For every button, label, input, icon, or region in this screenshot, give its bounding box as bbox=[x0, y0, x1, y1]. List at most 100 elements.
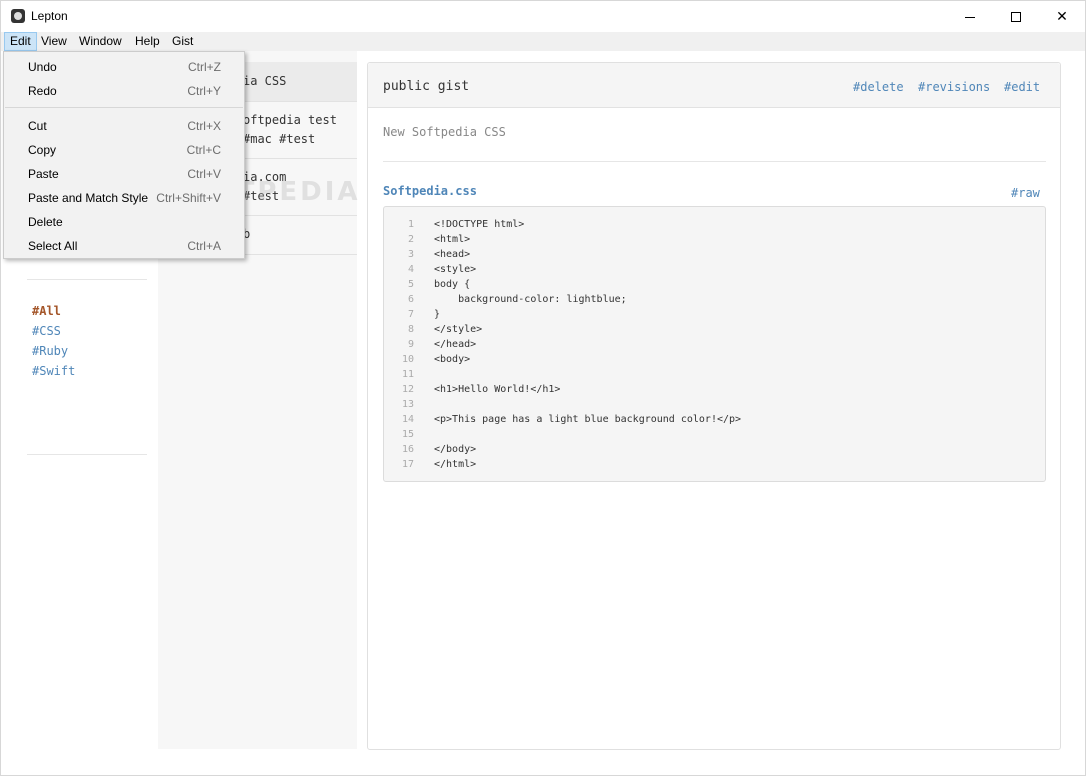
app-window: Lepton ✕ Edit View Window Help Gist #All… bbox=[0, 0, 1086, 776]
menu-item-shortcut: Ctrl+X bbox=[187, 119, 221, 133]
code-text: body { bbox=[434, 279, 471, 290]
code-line: 11 bbox=[384, 367, 1045, 382]
menu-item-label: Paste bbox=[28, 167, 59, 181]
code-text: <head> bbox=[434, 249, 471, 260]
code-line: 6 background-color: lightblue; bbox=[384, 292, 1045, 307]
menu-item-copy[interactable]: Copy Ctrl+C bbox=[4, 138, 244, 160]
gist-description: New Softpedia CSS bbox=[383, 125, 506, 139]
code-line: 13 bbox=[384, 397, 1045, 412]
code-line: 9 </head> bbox=[384, 337, 1045, 352]
menu-item-label: Paste and Match Style bbox=[28, 191, 149, 205]
menu-item-label: Copy bbox=[28, 143, 57, 157]
menu-help[interactable]: Help bbox=[130, 32, 165, 51]
line-number: 10 bbox=[401, 354, 414, 365]
menu-item-shortcut: Ctrl+C bbox=[186, 143, 221, 157]
code-line: 7} bbox=[384, 307, 1045, 322]
menu-item-shortcut: Ctrl+Y bbox=[187, 84, 221, 98]
menu-item-label: Select All bbox=[28, 239, 78, 253]
code-line: 3 <head> bbox=[384, 247, 1045, 262]
menu-item-select-all[interactable]: Select All Ctrl+A bbox=[4, 234, 244, 256]
tag-ruby[interactable]: #Ruby bbox=[32, 344, 68, 358]
code-line: 16 </body> bbox=[384, 442, 1045, 457]
code-line: 1 <!DOCTYPE html> bbox=[384, 217, 1045, 232]
menu-item-label: Redo bbox=[28, 84, 57, 98]
maximize-button[interactable] bbox=[993, 1, 1039, 32]
menu-item-label: Delete bbox=[28, 215, 63, 229]
close-button[interactable]: ✕ bbox=[1039, 1, 1085, 32]
line-number: 13 bbox=[401, 399, 414, 410]
line-number: 14 bbox=[401, 414, 414, 425]
line-number: 8 bbox=[407, 324, 414, 335]
line-number: 3 bbox=[407, 249, 414, 260]
menu-item-label: Cut bbox=[28, 119, 47, 133]
code-text: </head> bbox=[434, 339, 477, 350]
menu-item-undo[interactable]: Undo Ctrl+Z bbox=[4, 55, 244, 77]
code-text: <html> bbox=[434, 234, 471, 245]
close-icon: ✕ bbox=[1056, 8, 1068, 24]
menu-item-shortcut: Ctrl+A bbox=[187, 239, 221, 253]
window-title: Lepton bbox=[31, 9, 68, 23]
code-text: } bbox=[434, 309, 441, 320]
gist-item-title: oftpedia test bbox=[243, 113, 337, 127]
code-line: 14 <p>This page has a light blue backgrou… bbox=[384, 412, 1045, 427]
code-line: 4 <style> bbox=[384, 262, 1045, 277]
line-number: 11 bbox=[401, 369, 414, 380]
app-icon bbox=[11, 9, 25, 23]
edit-dropdown-menu: Undo Ctrl+Z Redo Ctrl+Y Cut Ctrl+X Copy … bbox=[3, 51, 245, 259]
edit-link[interactable]: #edit bbox=[1004, 80, 1040, 94]
tag-css[interactable]: #CSS bbox=[32, 324, 61, 338]
menu-item-shortcut: Ctrl+Shift+V bbox=[156, 191, 221, 205]
gist-detail-header: public gist #delete #revisions #edit bbox=[368, 63, 1060, 108]
code-text: <p>This page has a light blue background… bbox=[434, 414, 742, 425]
menu-view[interactable]: View bbox=[36, 32, 72, 51]
code-line: 15 bbox=[384, 427, 1045, 442]
code-text: </html> bbox=[434, 459, 477, 470]
menu-item-redo[interactable]: Redo Ctrl+Y bbox=[4, 79, 244, 101]
line-number: 9 bbox=[407, 339, 414, 350]
tag-all[interactable]: #All bbox=[32, 304, 61, 318]
line-number: 1 bbox=[407, 219, 414, 230]
gist-item-title: ia CSS bbox=[243, 74, 287, 88]
minimize-icon bbox=[965, 16, 975, 18]
code-line: 12 <h1>Hello World!</h1> bbox=[384, 382, 1045, 397]
code-line: 17 </html> bbox=[384, 457, 1045, 472]
file-name: Softpedia.css bbox=[383, 184, 477, 198]
line-number: 6 bbox=[407, 294, 414, 305]
code-line: 5 body { bbox=[384, 277, 1045, 292]
code-text: <!DOCTYPE html> bbox=[434, 219, 525, 230]
menu-bar: Edit View Window Help Gist bbox=[1, 32, 1085, 51]
menu-window[interactable]: Window bbox=[74, 32, 127, 51]
gist-item-tags: #mac #test bbox=[243, 132, 316, 146]
minimize-button[interactable] bbox=[947, 1, 993, 32]
detail-divider bbox=[383, 161, 1046, 162]
menu-item-shortcut: Ctrl+Z bbox=[188, 60, 221, 74]
code-text: </style> bbox=[434, 324, 483, 335]
line-number: 15 bbox=[401, 429, 414, 440]
revisions-link[interactable]: #revisions bbox=[918, 80, 990, 94]
menu-item-cut[interactable]: Cut Ctrl+X bbox=[4, 114, 244, 136]
menu-edit[interactable]: Edit bbox=[4, 32, 37, 51]
menu-item-label: Undo bbox=[28, 60, 57, 74]
code-text: <h1>Hello World!</h1> bbox=[434, 384, 561, 395]
gist-visibility-title: public gist bbox=[383, 79, 470, 94]
tag-swift[interactable]: #Swift bbox=[32, 364, 75, 378]
line-number: 7 bbox=[407, 309, 414, 320]
line-number: 16 bbox=[401, 444, 414, 455]
menu-item-delete[interactable]: Delete bbox=[4, 210, 244, 232]
menu-item-paste-match-style[interactable]: Paste and Match Style Ctrl+Shift+V bbox=[4, 186, 244, 208]
code-line: 8 </style> bbox=[384, 322, 1045, 337]
code-line: 10 <body> bbox=[384, 352, 1045, 367]
menu-gist[interactable]: Gist bbox=[167, 32, 198, 51]
gist-detail-panel: public gist #delete #revisions #edit New… bbox=[367, 62, 1061, 750]
title-bar: Lepton ✕ bbox=[1, 1, 1085, 32]
sidebar-divider bbox=[27, 454, 147, 455]
code-block: 1 <!DOCTYPE html> 2 <html> 3 <head> 4 <style> 5 b… bbox=[383, 206, 1046, 482]
maximize-icon bbox=[1011, 12, 1021, 23]
raw-link[interactable]: #raw bbox=[1011, 186, 1040, 200]
line-number: 5 bbox=[407, 279, 414, 290]
delete-link[interactable]: #delete bbox=[853, 80, 904, 94]
code-text: </body> bbox=[434, 444, 477, 455]
code-line: 2 <html> bbox=[384, 232, 1045, 247]
menu-item-paste[interactable]: Paste Ctrl+V bbox=[4, 162, 244, 184]
sidebar-divider bbox=[27, 279, 147, 280]
